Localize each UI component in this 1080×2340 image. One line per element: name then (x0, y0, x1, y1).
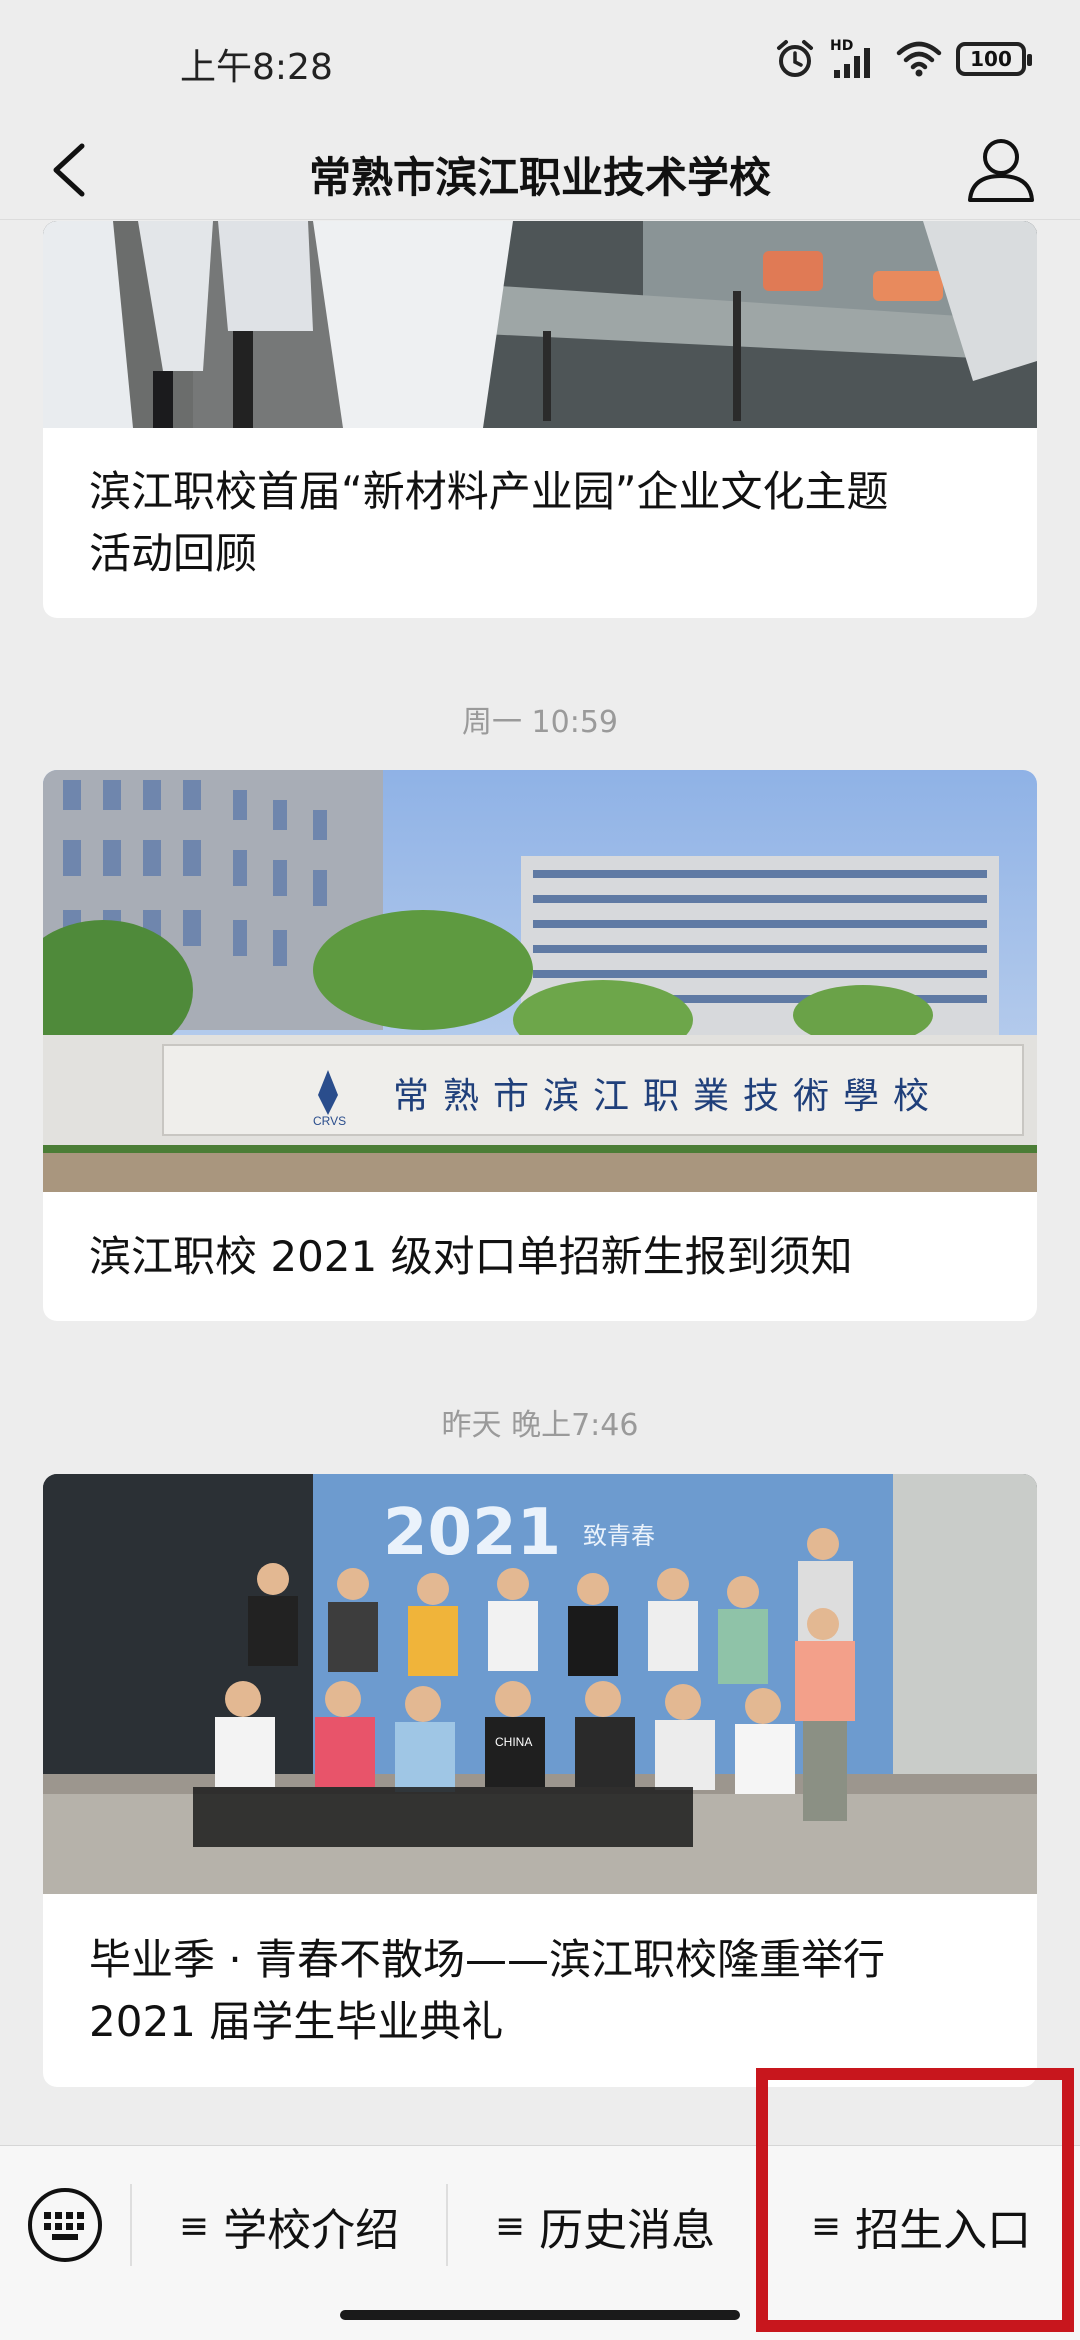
home-indicator[interactable] (340, 2310, 740, 2320)
battery-icon: 100 (956, 42, 1032, 76)
battery-level: 100 (970, 47, 1012, 71)
article-title-line: 滨江职校首届“新材料产业园”企业文化主题 (89, 467, 889, 516)
article-image-graduation: 2021 致青春 CHINA (43, 1474, 1037, 1894)
status-icons: HD 100 (774, 36, 1032, 82)
profile-icon[interactable] (962, 130, 1040, 208)
banner-year: 2021 (383, 1496, 561, 1570)
shirt-text: CHINA (495, 1735, 532, 1749)
message-timestamp: 昨天 晚上7:46 (441, 1408, 639, 1443)
article-title-2: 滨江职校 2021 级对口单招新生报到须知 (43, 1192, 1037, 1321)
article-title-line: 滨江职校 2021 级对口单招新生报到须知 (89, 1231, 853, 1281)
article-title-3: 毕业季 · 青春不散场——滨江职校隆重举行 2021 届学生毕业典礼 (43, 1894, 1037, 2087)
article-title-line: 毕业季 · 青春不散场——滨江职校隆重举行 (89, 1934, 886, 1984)
status-bar: 上午8:28 HD 100 (0, 0, 1080, 120)
article-title-1: 滨江职校首届“新材料产业园”企业文化主题 活动回顾 (43, 428, 1037, 618)
alarm-icon (777, 40, 813, 77)
menu-icon: ≡ (178, 2205, 210, 2247)
menu-history-messages[interactable]: ≡ 历史消息 (448, 2191, 762, 2261)
article-image-lab (43, 221, 1037, 428)
keyboard-icon[interactable] (26, 2186, 104, 2264)
signal-icon: HD (830, 38, 882, 80)
menu-label: 历史消息 (539, 2205, 716, 2256)
menu-school-intro[interactable]: ≡ 学校介绍 (132, 2191, 446, 2261)
message-timestamp: 周一 10:59 (462, 705, 618, 740)
message-feed[interactable]: 滨江职校首届“新材料产业园”企业文化主题 活动回顾 周一 10:59 CRVS … (0, 221, 1080, 2145)
article-card-2[interactable]: CRVS 常熟市滨江职業技術學校 滨江职校 2021 级对口单招新生报到须知 (43, 770, 1037, 1321)
banner-subtext: 致青春 (583, 1522, 655, 1550)
article-card-1[interactable]: 滨江职校首届“新材料产业园”企业文化主题 活动回顾 (43, 221, 1037, 618)
status-time: 上午8:28 (180, 47, 333, 88)
school-sign-text: 常熟市滨江职業技術學校 (393, 1076, 943, 1117)
highlight-annotation-box (756, 2068, 1074, 2332)
wifi-icon (896, 41, 942, 77)
menu-label: 学校介绍 (223, 2205, 400, 2256)
article-image-school-gate: CRVS 常熟市滨江职業技術學校 (43, 770, 1037, 1192)
menu-icon: ≡ (494, 2205, 526, 2247)
logo-text: CRVS (313, 1114, 346, 1128)
article-title-line: 活动回顾 (89, 529, 258, 578)
nav-bar: 常熟市滨江职业技术学校 (0, 120, 1080, 220)
page-title: 常熟市滨江职业技术学校 (308, 153, 771, 202)
article-title-line: 2021 届学生毕业典礼 (89, 1996, 504, 2046)
article-card-3[interactable]: 2021 致青春 CHINA 毕业季 · 青春不散场——滨江职校隆重举行 202… (43, 1474, 1037, 2087)
